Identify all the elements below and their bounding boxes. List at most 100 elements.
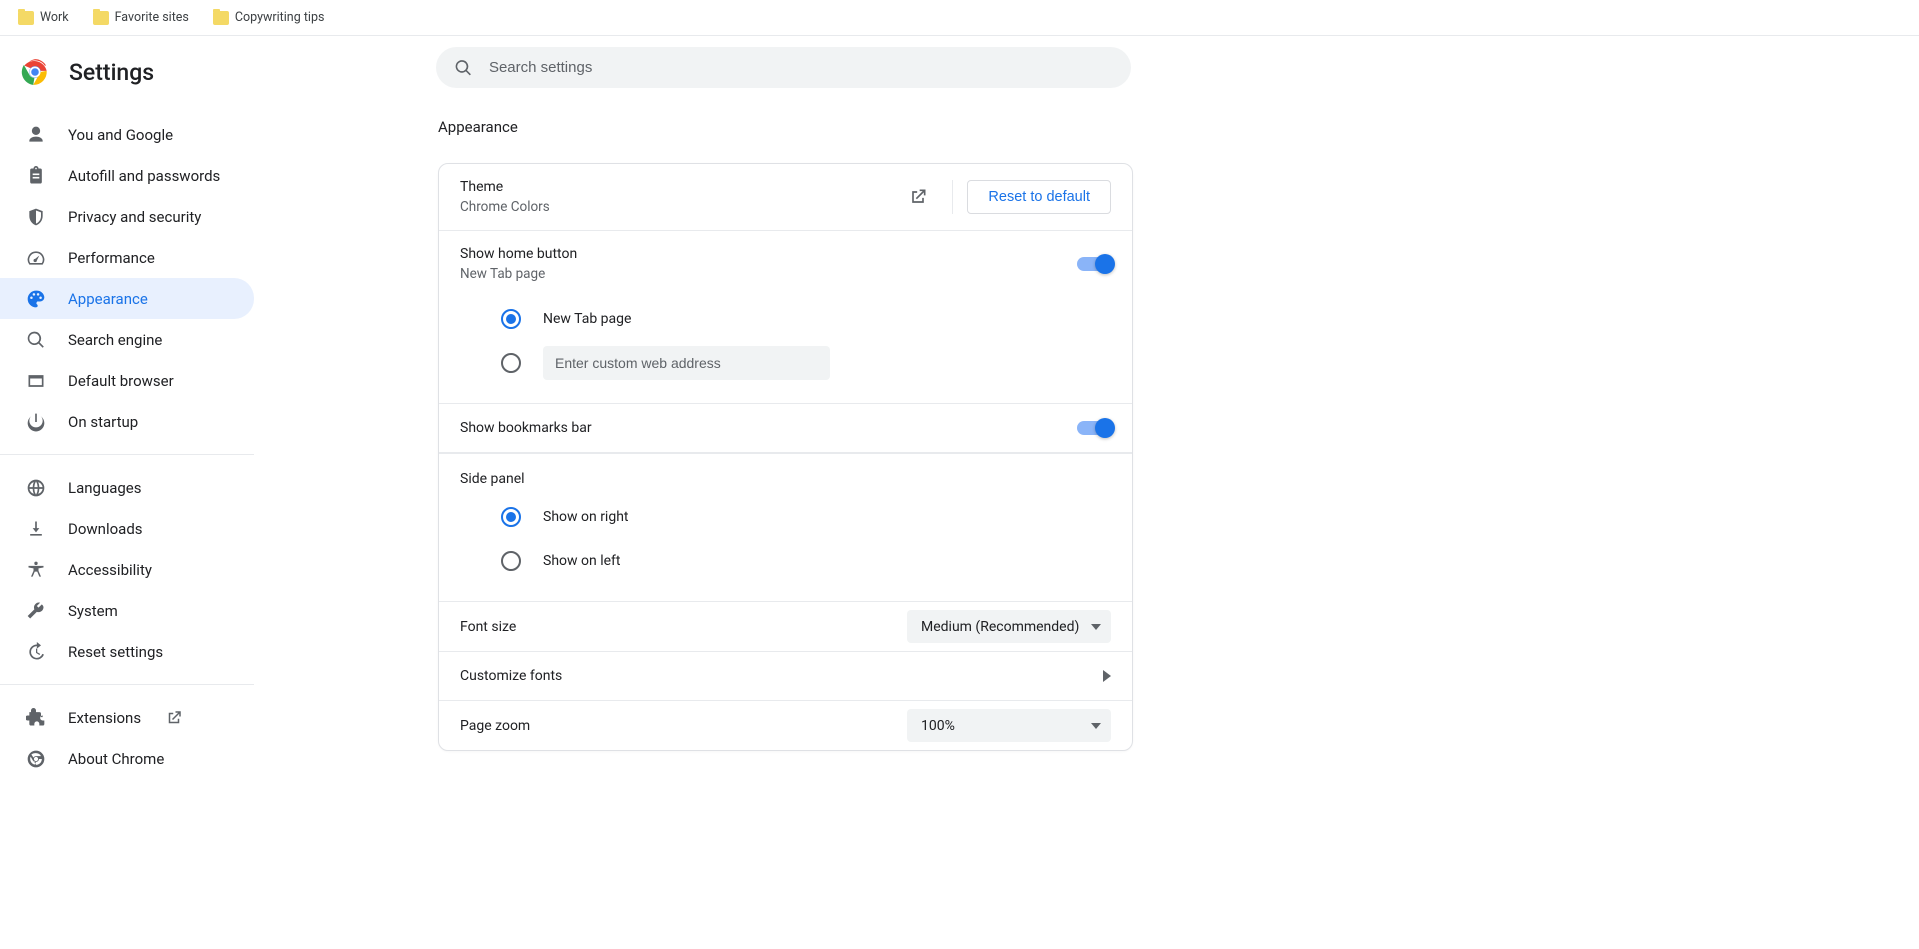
divider bbox=[952, 180, 953, 214]
power-icon bbox=[26, 412, 46, 432]
external-link-icon bbox=[908, 187, 928, 207]
radio-label: Show on left bbox=[543, 553, 620, 569]
sidebar-item-autofill[interactable]: Autofill and passwords bbox=[0, 155, 254, 196]
chevron-right-icon bbox=[1103, 670, 1111, 682]
sidebar-item-label: Default browser bbox=[68, 372, 174, 390]
side-panel-radio-right[interactable]: Show on right bbox=[501, 495, 1132, 539]
font-size-label: Font size bbox=[460, 619, 907, 635]
select-value: 100% bbox=[921, 718, 955, 734]
show-home-button-row: Show home button New Tab page bbox=[439, 231, 1132, 297]
sidebar-item-privacy[interactable]: Privacy and security bbox=[0, 196, 254, 237]
caret-down-icon bbox=[1091, 622, 1101, 632]
theme-title: Theme bbox=[460, 179, 908, 195]
customize-fonts-row[interactable]: Customize fonts bbox=[439, 652, 1132, 701]
show-bookmarks-toggle[interactable] bbox=[1077, 421, 1111, 435]
bookmark-copywriting[interactable]: Copywriting tips bbox=[205, 6, 333, 29]
sidebar-item-label: Appearance bbox=[68, 290, 148, 308]
sidebar-item-label: Accessibility bbox=[68, 561, 152, 579]
section-heading: Appearance bbox=[254, 88, 1919, 136]
sidebar-item-label: System bbox=[68, 602, 118, 620]
radio-label: Show on right bbox=[543, 509, 629, 525]
radio-icon bbox=[501, 507, 521, 527]
radio-icon bbox=[501, 309, 521, 329]
bookmarks-title: Show bookmarks bar bbox=[460, 420, 1077, 436]
sidebar-item-label: Downloads bbox=[68, 520, 143, 538]
appearance-card: Theme Chrome Colors Reset to default Sho… bbox=[438, 163, 1133, 751]
sidebar-item-performance[interactable]: Performance bbox=[0, 237, 254, 278]
custom-url-input[interactable] bbox=[543, 346, 830, 380]
clipboard-icon bbox=[26, 166, 46, 186]
sidebar-item-label: About Chrome bbox=[68, 750, 164, 768]
bookmark-favorites[interactable]: Favorite sites bbox=[85, 6, 197, 29]
theme-row[interactable]: Theme Chrome Colors Reset to default bbox=[439, 164, 1132, 231]
customize-fonts-label: Customize fonts bbox=[460, 668, 1103, 684]
sidebar-item-label: Search engine bbox=[68, 331, 162, 349]
radio-icon bbox=[501, 551, 521, 571]
search-input[interactable] bbox=[489, 59, 1113, 76]
person-icon bbox=[26, 125, 46, 145]
bookmark-work[interactable]: Work bbox=[10, 6, 77, 29]
external-link-icon bbox=[165, 709, 183, 727]
show-home-toggle[interactable] bbox=[1077, 257, 1111, 271]
sidebar-item-reset[interactable]: Reset settings bbox=[0, 631, 254, 672]
page-zoom-row: Page zoom 100% bbox=[439, 701, 1132, 750]
search-box[interactable] bbox=[436, 47, 1131, 88]
home-radio-custom[interactable] bbox=[501, 341, 1132, 385]
sidebar-item-about-chrome[interactable]: About Chrome bbox=[0, 738, 254, 779]
nav-divider bbox=[0, 684, 254, 685]
reset-to-default-button[interactable]: Reset to default bbox=[967, 180, 1111, 214]
chrome-logo-icon bbox=[21, 58, 49, 86]
sidebar-item-label: Autofill and passwords bbox=[68, 167, 220, 185]
sidebar-item-label: Privacy and security bbox=[68, 208, 201, 226]
sidebar: Settings You and Google Autofill and pas… bbox=[0, 36, 254, 949]
download-icon bbox=[26, 519, 46, 539]
sidebar-item-label: Performance bbox=[68, 249, 155, 267]
side-panel-radio-left[interactable]: Show on left bbox=[501, 539, 1132, 583]
page-title: Settings bbox=[69, 59, 154, 86]
side-panel-heading: Side panel bbox=[439, 453, 1132, 495]
home-radio-new-tab[interactable]: New Tab page bbox=[501, 297, 1132, 341]
radio-label: New Tab page bbox=[543, 311, 631, 327]
font-size-select[interactable]: Medium (Recommended) bbox=[907, 610, 1111, 643]
wrench-icon bbox=[26, 601, 46, 621]
bookmark-label: Work bbox=[40, 10, 69, 25]
chrome-icon bbox=[26, 749, 46, 769]
sidebar-item-system[interactable]: System bbox=[0, 590, 254, 631]
folder-icon bbox=[213, 11, 229, 25]
sidebar-item-on-startup[interactable]: On startup bbox=[0, 401, 254, 442]
page-zoom-label: Page zoom bbox=[460, 718, 907, 734]
search-icon bbox=[26, 330, 46, 350]
palette-icon bbox=[26, 289, 46, 309]
sidebar-item-label: Extensions bbox=[68, 709, 141, 727]
main-content: Appearance Theme Chrome Colors Reset to … bbox=[254, 36, 1919, 949]
sidebar-item-search-engine[interactable]: Search engine bbox=[0, 319, 254, 360]
bookmarks-bar: Work Favorite sites Copywriting tips bbox=[0, 0, 1919, 36]
select-value: Medium (Recommended) bbox=[921, 619, 1079, 635]
theme-sub: Chrome Colors bbox=[460, 199, 908, 215]
page-zoom-select[interactable]: 100% bbox=[907, 709, 1111, 742]
sidebar-item-label: Reset settings bbox=[68, 643, 163, 661]
browser-icon bbox=[26, 371, 46, 391]
puzzle-icon bbox=[26, 708, 46, 728]
sidebar-item-label: You and Google bbox=[68, 126, 173, 144]
history-icon bbox=[26, 642, 46, 662]
sidebar-item-appearance[interactable]: Appearance bbox=[0, 278, 254, 319]
sidebar-item-downloads[interactable]: Downloads bbox=[0, 508, 254, 549]
sidebar-item-extensions[interactable]: Extensions bbox=[0, 697, 254, 738]
sidebar-item-label: On startup bbox=[68, 413, 138, 431]
nav-divider bbox=[0, 454, 254, 455]
globe-icon bbox=[26, 478, 46, 498]
search-icon bbox=[454, 58, 473, 78]
shield-icon bbox=[26, 207, 46, 227]
speed-icon bbox=[26, 248, 46, 268]
sidebar-item-accessibility[interactable]: Accessibility bbox=[0, 549, 254, 590]
bookmark-label: Copywriting tips bbox=[235, 10, 325, 25]
accessibility-icon bbox=[26, 560, 46, 580]
sidebar-item-label: Languages bbox=[68, 479, 142, 497]
sidebar-item-default-browser[interactable]: Default browser bbox=[0, 360, 254, 401]
folder-icon bbox=[18, 11, 34, 25]
show-home-title: Show home button bbox=[460, 246, 1077, 262]
sidebar-item-you-and-google[interactable]: You and Google bbox=[0, 114, 254, 155]
sidebar-item-languages[interactable]: Languages bbox=[0, 467, 254, 508]
caret-down-icon bbox=[1091, 721, 1101, 731]
